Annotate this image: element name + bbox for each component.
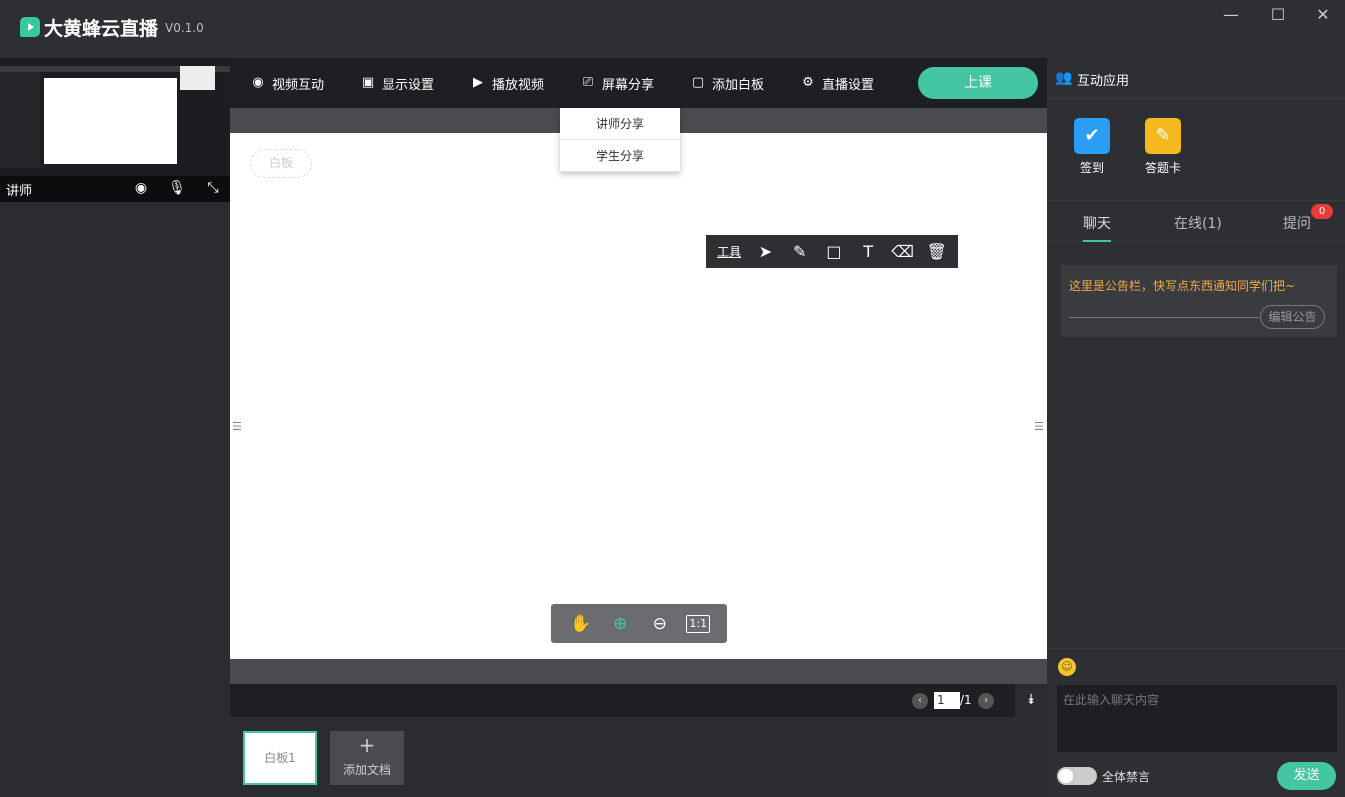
mute-all-label: 全体禁言: [1102, 770, 1151, 784]
tools-menu-button[interactable]: 工具: [715, 240, 743, 264]
mute-all-toggle[interactable]: [1057, 767, 1097, 785]
notice-board: 这里是公告栏，快写点东西通知同学们把~ 编辑公告: [1061, 265, 1337, 337]
app-logo-icon: [20, 17, 40, 37]
speaker-off-icon[interactable]: ⤡: [203, 178, 223, 198]
prev-page-icon[interactable]: ‹: [912, 693, 928, 709]
interactive-apps-title: 互动应用: [1077, 74, 1130, 89]
users-icon: 👥: [1055, 70, 1073, 86]
screen-share-button[interactable]: ⎚ 屏幕分享: [580, 73, 654, 93]
live-settings-label: 直播设置: [822, 77, 875, 93]
thumbnail-strip: 白板1 + 添加文档: [230, 717, 1047, 797]
screen-share-label: 屏幕分享: [602, 77, 655, 93]
eraser-icon[interactable]: ⌫: [891, 240, 915, 264]
tab-online[interactable]: 在线(1): [1174, 213, 1222, 233]
send-button[interactable]: 发送: [1277, 762, 1336, 790]
next-page-icon[interactable]: ›: [978, 693, 994, 709]
notice-divider: [1069, 317, 1259, 318]
page-total: /1: [960, 693, 972, 707]
board-bottom-gap: [230, 659, 1047, 684]
add-document-label: 添加文档: [342, 763, 391, 777]
zoom-in-icon[interactable]: ⊕: [607, 611, 633, 637]
zoom-out-icon[interactable]: ⊖: [647, 611, 673, 637]
menu-item-student-share[interactable]: 学生分享: [560, 140, 680, 172]
plus-icon: +: [358, 733, 376, 757]
add-whiteboard-button[interactable]: ▢ 添加白板: [690, 73, 764, 93]
collapse-thumbnails-icon[interactable]: ⯯: [1015, 684, 1047, 717]
pen-icon[interactable]: ✎: [788, 240, 812, 264]
play-icon: ▶: [473, 75, 483, 90]
teacher-label: 讲师: [6, 184, 33, 199]
display-settings-label: 显示设置: [382, 77, 435, 93]
play-video-label: 播放视频: [492, 77, 545, 93]
chat-divider: [1047, 648, 1345, 649]
drawing-toolbar: 工具 ➤ ✎ □ T ⌫ 🗑: [706, 235, 958, 268]
menu-collapse-icon: ☰: [232, 420, 242, 433]
add-whiteboard-label: 添加白板: [712, 77, 765, 93]
screen-share-menu: 讲师分享 学生分享: [560, 108, 680, 172]
app-title: 大黄蜂云直播: [44, 18, 159, 40]
video-interaction-button[interactable]: ◉ 视频互动: [250, 73, 324, 93]
calendar-check-icon: ✔: [1074, 118, 1110, 154]
live-settings-button[interactable]: ⚙ 直播设置: [800, 73, 874, 93]
title-bar: 大黄蜂云直播 V0.1.0 — ☐ ✕: [0, 0, 1345, 58]
whiteboard-icon: ▢: [691, 75, 705, 90]
video-frame-mini: [180, 66, 215, 90]
app-checkin-label: 签到: [1079, 161, 1104, 175]
display-settings-button[interactable]: ▣ 显示设置: [360, 73, 434, 93]
tab-chat-underline: [1083, 240, 1111, 242]
zoom-toolbar: ✋ ⊕ ⊖ 1:1: [551, 604, 727, 643]
pointer-icon[interactable]: ➤: [753, 240, 777, 264]
microphone-icon[interactable]: 🎙: [167, 178, 187, 198]
menu-item-teacher-share[interactable]: 讲师分享: [560, 108, 680, 140]
video-frame-screen: [44, 78, 177, 164]
teacher-bar: 讲师 ◉ 🎙 ⤡: [0, 176, 230, 202]
app-answer-card-label: 答题卡: [1144, 161, 1181, 175]
main-toolbar: ◉ 视频互动 ▣ 显示设置 ▶ 播放视频 ⎚ 屏幕分享 ▢ 添加白板 ⚙ 直播设…: [230, 58, 1047, 108]
whiteboard-tag: 白板: [250, 149, 312, 178]
interactive-apps-header: 👥 互动应用: [1047, 58, 1345, 99]
tab-question[interactable]: 提问: [1283, 213, 1311, 233]
text-tool-icon[interactable]: T: [856, 240, 880, 264]
whiteboard-canvas[interactable]: 白板: [230, 133, 1047, 659]
emoji-icon[interactable]: ☺: [1058, 658, 1076, 676]
maximize-button[interactable]: ☐: [1266, 4, 1290, 26]
camera-icon[interactable]: ◉: [131, 178, 151, 198]
display-icon: ▣: [361, 75, 375, 90]
question-count-badge: 0: [1311, 204, 1333, 219]
notice-text: 这里是公告栏，快写点东西通知同学们把~: [1069, 279, 1296, 293]
actual-size-button[interactable]: 1:1: [686, 614, 711, 633]
trash-icon[interactable]: 🗑: [925, 240, 949, 264]
close-button[interactable]: ✕: [1311, 4, 1335, 26]
app-version: V0.1.0: [165, 21, 204, 35]
edit-notice-button[interactable]: 编辑公告: [1260, 305, 1325, 329]
webcam-icon: ◉: [252, 75, 264, 90]
thumbnail-whiteboard-1[interactable]: 白板1: [243, 731, 317, 785]
menu-expand-icon: ☰: [1034, 420, 1044, 433]
minimize-button[interactable]: —: [1219, 4, 1243, 26]
app-checkin[interactable]: ✔ 签到: [1062, 118, 1122, 176]
left-panel: 讲师 ◉ 🎙 ⤡: [0, 58, 230, 797]
add-document-button[interactable]: + 添加文档: [330, 731, 404, 785]
gear-icon: ⚙: [802, 75, 814, 90]
teacher-video[interactable]: 讲师 ◉ 🎙 ⤡: [0, 58, 230, 202]
hand-pan-icon[interactable]: ✋: [568, 611, 594, 637]
video-interaction-label: 视频互动: [272, 77, 325, 93]
start-class-button[interactable]: 上课: [918, 67, 1038, 99]
play-video-button[interactable]: ▶ 播放视频: [470, 73, 544, 93]
answer-card-icon: ✎: [1145, 118, 1181, 154]
app-answer-card[interactable]: ✎ 答题卡: [1133, 118, 1193, 176]
screen-share-icon: ⎚: [582, 75, 594, 90]
tab-chat[interactable]: 聊天: [1083, 213, 1111, 233]
rectangle-icon[interactable]: □: [822, 240, 846, 264]
page-number-input[interactable]: 1: [934, 692, 960, 709]
chat-input[interactable]: [1057, 685, 1337, 752]
right-panel: 👥 互动应用 ✔ 签到 ✎ 答题卡 聊天 在线(1) 提问 0 这里是公告栏，快…: [1047, 58, 1345, 797]
chat-tabs: 聊天 在线(1) 提问 0: [1047, 200, 1345, 242]
video-frame-side: [0, 72, 40, 168]
pager-bar: ‹ 1 /1 ›: [230, 684, 1015, 717]
